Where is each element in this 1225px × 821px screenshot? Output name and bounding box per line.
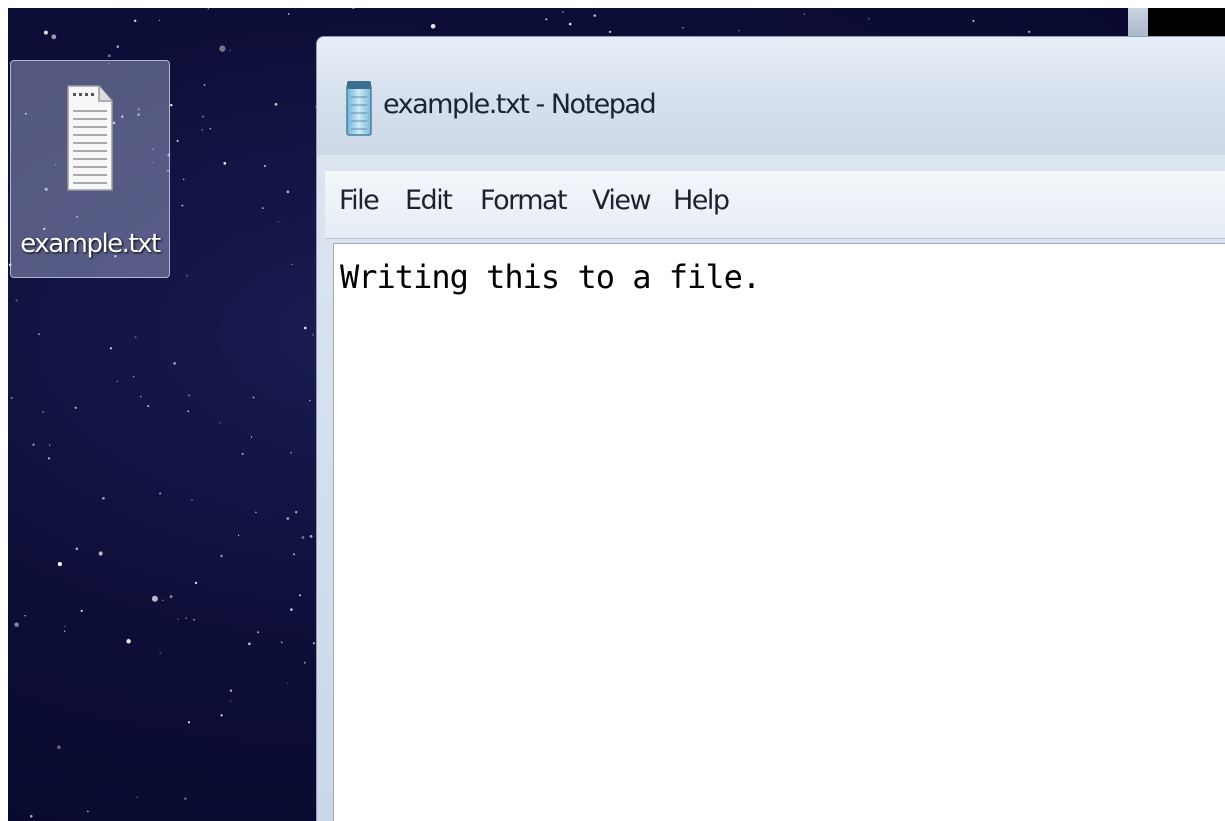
desktop: example.txt example.txt - Notepad File E… xyxy=(8,8,1225,821)
background-window-dark xyxy=(1148,8,1225,36)
text-file-icon xyxy=(67,85,113,191)
menu-help[interactable]: Help xyxy=(673,185,730,216)
menu-view[interactable]: View xyxy=(592,185,652,216)
background-window-edge xyxy=(1128,8,1148,36)
editor-content: Writing this to a file. xyxy=(340,258,761,296)
desktop-icon-example-txt[interactable]: example.txt xyxy=(10,60,170,278)
text-editor-area[interactable]: Writing this to a file. xyxy=(333,243,1225,821)
menu-format[interactable]: Format xyxy=(480,185,568,216)
notepad-icon xyxy=(346,81,372,136)
menu-edit[interactable]: Edit xyxy=(405,185,453,216)
menu-bar: File Edit Format View Help xyxy=(325,171,1225,239)
desktop-icon-label: example.txt xyxy=(20,229,161,259)
notepad-window: example.txt - Notepad File Edit Format V… xyxy=(316,36,1225,821)
title-bar[interactable]: example.txt - Notepad xyxy=(317,37,1225,155)
window-title: example.txt - Notepad xyxy=(383,89,657,120)
menu-file[interactable]: File xyxy=(339,185,380,216)
